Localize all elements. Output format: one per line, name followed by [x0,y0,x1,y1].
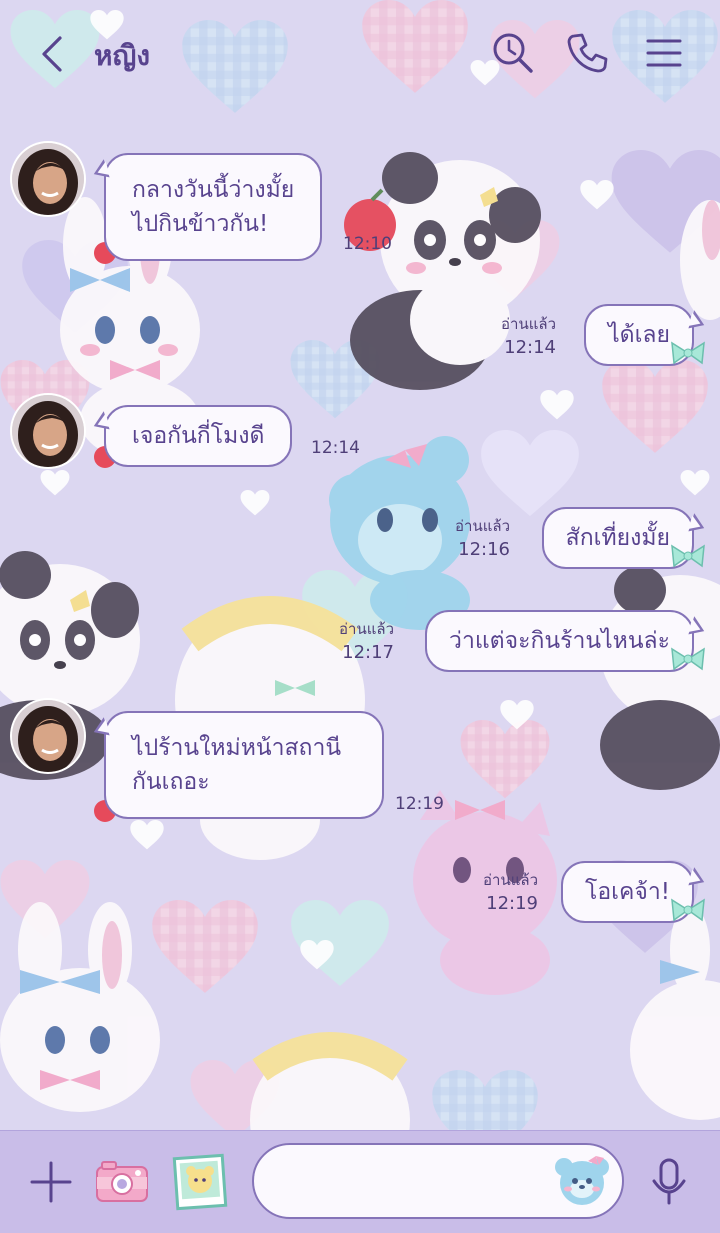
read-receipt: อ่านแล้ว [455,517,510,535]
read-receipt: อ่านแล้ว [339,620,394,638]
message-meta: อ่านแล้ว 12:19 [483,868,538,916]
chat-header: หญิง [0,0,720,108]
hamburger-menu-icon [646,39,682,67]
sticker-button[interactable] [552,1153,612,1209]
menu-button[interactable] [642,30,688,76]
ribbon-decoration-icon [671,647,705,671]
message-time: 12:10 [343,234,392,254]
ribbon-decoration-icon [671,544,705,568]
message-time: 12:19 [395,794,444,814]
contact-avatar[interactable] [12,143,84,215]
read-receipt: อ่านแล้ว [501,315,556,333]
read-receipt: อ่านแล้ว [483,871,538,889]
message-bubble-incoming[interactable]: ไปร้านใหม่หน้าสถานี กันเถอะ [104,711,384,819]
message-text: ไปร้านใหม่หน้าสถานี [132,735,342,761]
message-meta: อ่านแล้ว 12:16 [455,514,510,562]
message-meta: อ่านแล้ว 12:17 [339,617,394,665]
voice-button[interactable] [646,1157,692,1207]
message-input-container [252,1143,624,1219]
contact-avatar[interactable] [12,700,84,772]
message-text: ไปกินข้าวกัน! [132,211,269,237]
sticker-bear-icon [555,1156,609,1205]
message-meta: อ่านแล้ว 12:14 [501,312,556,360]
chat-title: หญิง [94,39,150,72]
photo-album-icon [172,1153,228,1211]
message-time: 12:17 [342,642,394,663]
plus-icon [30,1161,72,1203]
message-text: กันเถอะ [132,769,210,795]
message-input[interactable] [278,1163,552,1201]
message-bubble-incoming[interactable]: เจอกันกี่โมงดี [104,405,293,467]
message-bubble-incoming[interactable]: กลางวันนี้ว่างมั้ย ไปกินข้าวกัน! [104,153,323,261]
ribbon-decoration-icon [671,898,705,922]
add-button[interactable] [28,1159,74,1205]
chevron-left-icon [42,36,62,72]
message-bubble-outgoing[interactable]: ว่าแต่จะกินร้านไหนล่ะ [425,610,694,672]
message-text: กลางวันนี้ว่างมั้ย [132,177,295,203]
phone-icon [567,33,608,73]
message-input-bar [0,1130,720,1233]
message-time: 12:14 [504,337,556,358]
contact-avatar[interactable] [12,395,84,467]
photo-button[interactable] [172,1153,228,1211]
call-button[interactable] [564,30,610,76]
message-time: 12:19 [486,893,538,914]
back-button[interactable] [30,30,76,78]
message-time: 12:16 [458,539,510,560]
ribbon-decoration-icon [671,341,705,365]
search-icon [493,33,533,73]
message-text: เจอกันกี่โมงดี [132,423,265,449]
message-time: 12:14 [311,438,360,458]
camera-icon [96,1161,148,1202]
search-button[interactable] [490,30,536,76]
camera-button[interactable] [94,1157,150,1207]
microphone-icon [652,1158,686,1205]
